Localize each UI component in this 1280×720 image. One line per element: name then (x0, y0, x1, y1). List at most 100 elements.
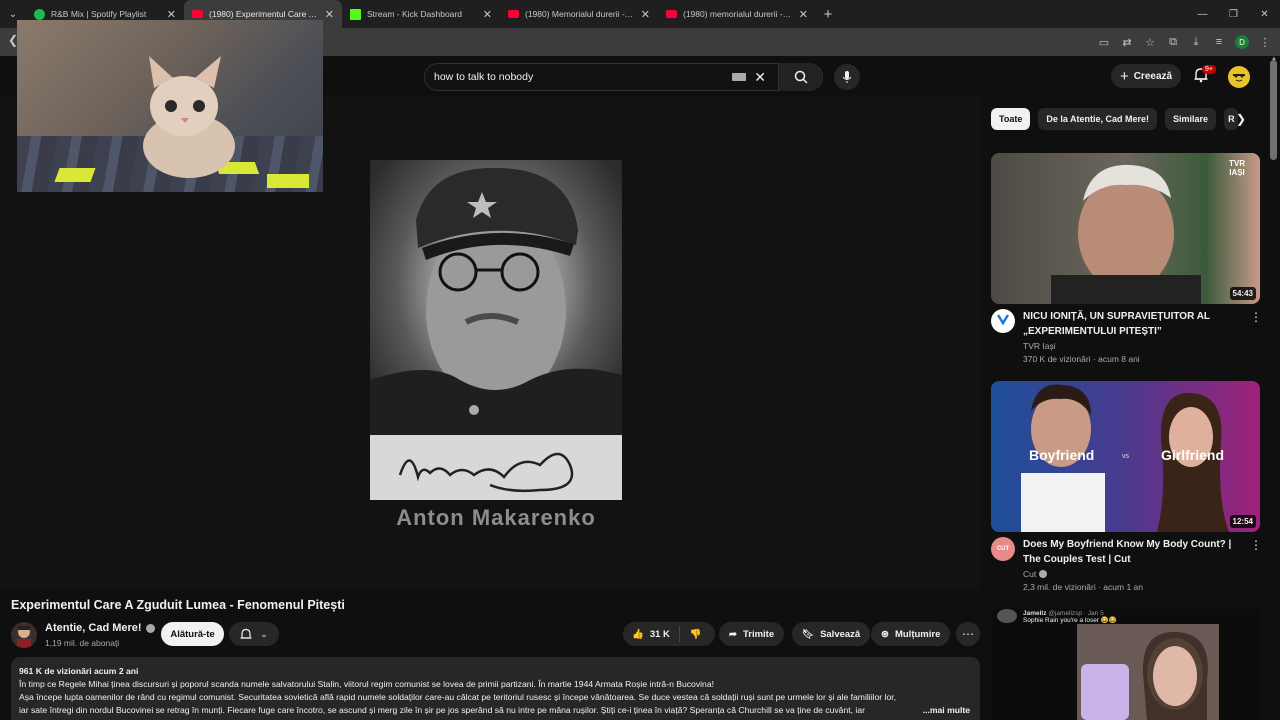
show-more-link[interactable]: ...mai multe (918, 704, 970, 717)
voice-search-button[interactable] (834, 64, 860, 90)
recommended-channel-name[interactable]: Cut (1023, 569, 1036, 579)
toolbar-icons: ▭ ⇄ ☆ ⧉ ⤓ ≡ D ⋮ (1097, 32, 1272, 52)
filter-chips: Toate De la Atentie, Cad Mere! Similare … (991, 108, 1239, 130)
picture-in-picture-window[interactable] (17, 20, 323, 192)
dislike-button[interactable]: 👎 (680, 629, 712, 640)
pip-pattern (54, 168, 96, 182)
share-arrow-icon: ➦ (729, 628, 737, 640)
subscriber-count: 1,19 mil. de abonați (45, 638, 120, 648)
chip-related[interactable]: Similare (1165, 108, 1217, 130)
page-scrollbar[interactable] (1270, 60, 1277, 160)
save-button[interactable]: 🔖︎ Salvează (792, 622, 871, 646)
download-icon[interactable]: ⤓ (1189, 32, 1203, 52)
search-bar: how to talk to nobody ✕ (424, 63, 823, 91)
avatar-face-icon (1233, 74, 1245, 82)
video-caption-text: Anton Makarenko (396, 505, 596, 530)
verified-check-icon (145, 623, 155, 633)
recommended-video-meta: 370 K de vizionări · acum 8 ani (1023, 354, 1140, 364)
share-button[interactable]: ➦ Trimite (719, 622, 785, 646)
translate-icon[interactable]: ⇄ (1120, 32, 1134, 52)
tab-close-icon[interactable]: ✕ (325, 8, 334, 21)
channel-name[interactable]: Atentie, Cad Mere! (45, 622, 155, 634)
save-bookmark-icon: 🔖︎ (802, 628, 815, 640)
channel-avatar[interactable]: CUT (991, 537, 1015, 561)
tab-title: Stream - Kick Dashboard (367, 9, 462, 19)
share-label: Trimite (742, 628, 775, 640)
video-options-icon[interactable]: ⋮ (1250, 538, 1262, 552)
create-label: Creează (1133, 70, 1173, 82)
tab-close-icon[interactable]: ✕ (799, 8, 808, 21)
verified-check-icon (1039, 570, 1048, 578)
browser-tab[interactable]: Stream - Kick Dashboard ✕ (342, 0, 500, 28)
more-actions-icon[interactable]: ⋯ (956, 622, 980, 646)
window-close-icon[interactable]: ✕ (1249, 0, 1280, 28)
video-options-icon[interactable]: ⋮ (1250, 310, 1262, 324)
kick-favicon-icon (350, 8, 361, 20)
search-icon (794, 70, 808, 84)
video-thumbnail[interactable]: Jamellz @jamellzsp · Jan 5 Sophie Rain y… (991, 609, 1260, 720)
notifications-button[interactable]: 9+ (1193, 65, 1216, 85)
portrait-illustration (370, 167, 622, 435)
youtube-favicon-icon (192, 10, 203, 18)
youtube-favicon-icon (666, 10, 677, 18)
recommended-video[interactable]: Boyfriend vs Girlfriend 12:54 CUT Does M… (991, 381, 1262, 601)
video-title: Experimentul Care A Zguduit Lumea - Feno… (11, 598, 345, 612)
create-button[interactable]: + Creează (1111, 64, 1181, 88)
thumbs-down-icon: 👎 (689, 628, 702, 640)
tab-title: (1980) Experimentul Care A Zgu (209, 9, 319, 19)
girlfriend-label: Girlfriend (1161, 447, 1225, 463)
chevron-down-icon: ⌄ (260, 628, 268, 639)
chip-all[interactable]: Toate (991, 108, 1031, 130)
tweet-avatar (997, 609, 1017, 623)
restore-icon[interactable]: ❐ (1218, 0, 1249, 28)
tab-close-icon[interactable]: ✕ (167, 8, 176, 21)
chevron-right-icon[interactable]: ❯ (1236, 112, 1246, 126)
cast-icon[interactable]: ▭ (1097, 32, 1111, 52)
clear-search-icon[interactable]: ✕ (754, 69, 766, 86)
recommended-video[interactable]: Jamellz @jamellzsp · Jan 5 Sophie Rain y… (991, 609, 1260, 720)
channel-name-text[interactable]: Atentie, Cad Mere! (45, 622, 142, 634)
bookmark-star-icon[interactable]: ☆ (1143, 32, 1157, 52)
like-dislike-group: 👍 31 K 👎 (623, 622, 715, 646)
description-line: iar sate întregi din nordul Bucovinei se… (19, 705, 865, 715)
new-tab-plus-icon[interactable]: + (816, 6, 840, 23)
thanks-label: Mulțumire (894, 628, 941, 640)
video-description[interactable]: 961 K de vizionări acum 2 ani În timp ce… (11, 657, 980, 720)
kitten-image (143, 56, 235, 178)
browser-menu-icon[interactable]: ⋮ (1258, 32, 1272, 52)
thanks-button[interactable]: ⊛ Mulțumire (871, 622, 951, 646)
tab-title: (1980) memorialul durerii - You (683, 9, 793, 19)
thumbnail-image (1077, 624, 1219, 720)
like-button[interactable]: 👍 31 K (623, 626, 680, 642)
recommended-channel-name[interactable]: TVR Iași (1023, 341, 1056, 351)
account-avatar[interactable] (1228, 66, 1250, 88)
recommended-video-title[interactable]: NICU IONIȚĂ, UN SUPRAVIEȚUITOR AL „EXPER… (1023, 309, 1237, 339)
profile-avatar[interactable]: D (1235, 35, 1249, 49)
minimize-icon[interactable]: — (1187, 0, 1218, 28)
extensions-puzzle-icon[interactable]: ⧉ (1166, 32, 1180, 52)
thumbnail-watermark: TVR IAȘI (1229, 159, 1245, 177)
video-thumbnail[interactable]: Boyfriend vs Girlfriend 12:54 (991, 381, 1260, 532)
channel-avatar[interactable] (991, 309, 1015, 333)
youtube-favicon-icon (508, 10, 519, 18)
channel-avatar[interactable] (11, 622, 37, 648)
search-input[interactable]: how to talk to nobody (425, 71, 732, 83)
recommended-video-title[interactable]: Does My Boyfriend Know My Body Count? | … (1023, 537, 1237, 567)
recommended-video[interactable]: TVR IAȘI 54:43 NICU IONIȚĂ, UN SUPRAVIEȚ… (991, 153, 1262, 373)
join-button[interactable]: Alătură-te (161, 622, 224, 646)
browser-tab[interactable]: (1980) memorialul durerii - You ✕ (658, 0, 816, 28)
like-count: 31 K (649, 628, 670, 640)
description-line: În timp ce Regele Mihai ținea discursuri… (19, 679, 714, 689)
tab-close-icon[interactable]: ✕ (483, 8, 492, 21)
video-thumbnail[interactable]: TVR IAȘI 54:43 (991, 153, 1260, 304)
thumbnail-image (1051, 164, 1201, 304)
subscription-bell-button[interactable]: ⌄ (229, 622, 279, 646)
search-button[interactable] (778, 63, 822, 91)
tab-close-icon[interactable]: ✕ (641, 8, 650, 21)
keyboard-icon[interactable] (732, 73, 747, 81)
reading-list-icon[interactable]: ≡ (1212, 32, 1226, 52)
recommended-channel[interactable]: Cut (1023, 569, 1048, 579)
versus-label: vs (1122, 453, 1129, 460)
browser-tab[interactable]: (1980) Memorialul durerii - You ✕ (500, 0, 658, 28)
chip-from-channel[interactable]: De la Atentie, Cad Mere! (1038, 108, 1158, 130)
